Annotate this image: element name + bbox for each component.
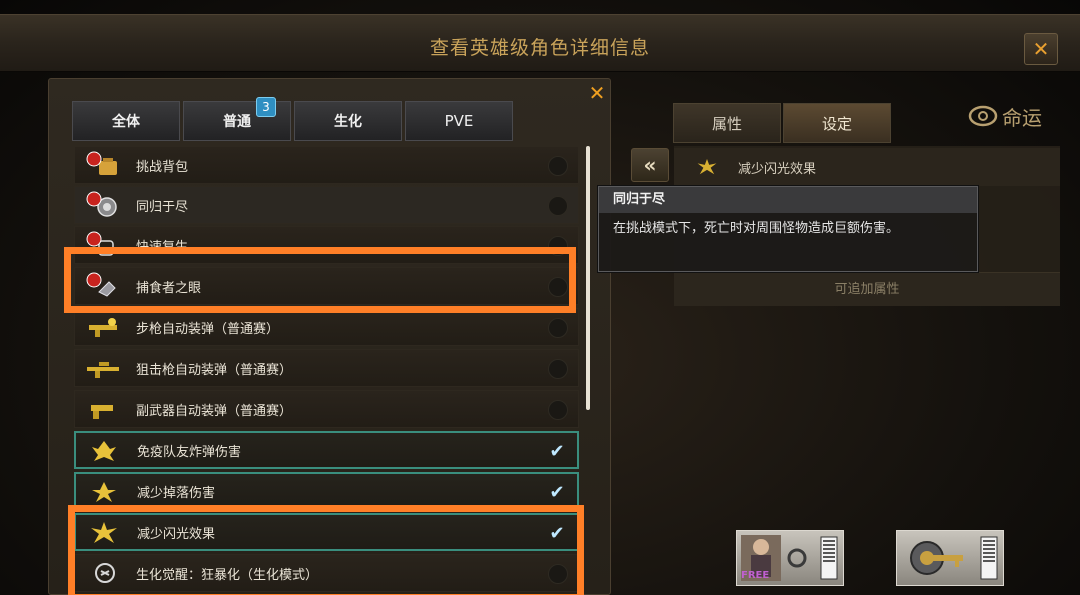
bomb-new-icon <box>86 191 117 217</box>
list-item[interactable]: 同归于尽 <box>74 186 579 224</box>
addable-attributes-label: 可追加属性 <box>674 272 1060 306</box>
tab-label: PVE <box>444 112 474 130</box>
filter-tabs: 全体 普通 3 生化 PVE <box>72 97 513 141</box>
count-badge: 3 <box>256 97 276 117</box>
check-indicator[interactable] <box>548 318 568 338</box>
fate-logo-text: 命运 <box>1002 105 1042 130</box>
list-item-label: 狙击枪自动装弹（普通赛） <box>136 362 293 378</box>
dialog-close-button[interactable]: ✕ <box>586 83 608 103</box>
list-item-label: 步枪自动装弹（普通赛） <box>136 321 280 337</box>
tab-label: 生化 <box>334 114 362 130</box>
attribute-label: 减少闪光效果 <box>738 161 817 177</box>
backpack-new-icon <box>86 151 117 175</box>
list-item[interactable]: 免疫队友炸弹伤害 ✔ <box>74 431 579 469</box>
pistol-icon <box>91 405 113 419</box>
fate-logo: 命运 <box>968 98 1058 134</box>
checkmark-icon[interactable]: ✔ <box>547 442 567 462</box>
list-item-label: 减少掉落伤害 <box>137 485 216 501</box>
key-card-icon <box>910 536 998 580</box>
check-indicator[interactable] <box>548 359 568 379</box>
shield-bolt-icon <box>92 441 116 461</box>
tab-zombie[interactable]: 生化 <box>294 101 402 141</box>
list-scrollbar[interactable] <box>586 146 590 410</box>
tab-normal[interactable]: 普通 3 <box>183 97 291 141</box>
sniper-icon <box>87 362 119 378</box>
highlight-box <box>68 505 584 595</box>
list-item-label: 免疫队友炸弹伤害 <box>137 444 242 460</box>
tab-pve[interactable]: PVE <box>405 101 513 141</box>
tab-label: 全体 <box>112 114 140 130</box>
collapse-button[interactable]: « <box>631 148 669 182</box>
detail-tabs: 属性 设定 <box>673 103 891 143</box>
check-indicator[interactable] <box>548 400 568 420</box>
tab-attributes[interactable]: 属性 <box>673 103 781 143</box>
list-item-label: 挑战背包 <box>136 159 189 175</box>
tooltip: 同归于尽 在挑战模式下，死亡时对周围怪物造成巨额伤害。 <box>598 186 978 272</box>
list-item[interactable]: 挑战背包 <box>74 146 579 184</box>
list-item[interactable]: 副武器自动装弹（普通赛） <box>74 390 579 428</box>
list-item-label: 同归于尽 <box>136 199 189 215</box>
check-indicator[interactable] <box>548 156 568 176</box>
rifle-icon <box>89 318 117 337</box>
highlight-box <box>64 247 576 313</box>
character-card[interactable]: FREE <box>736 530 844 586</box>
list-item-label: 副武器自动装弹（普通赛） <box>136 403 293 419</box>
free-tag: FREE <box>741 570 770 581</box>
flash-bolt-icon <box>697 159 717 175</box>
tooltip-title: 同归于尽 <box>599 187 977 213</box>
window-title: 查看英雄级角色详细信息 <box>429 37 650 59</box>
check-indicator[interactable] <box>548 196 568 216</box>
list-item[interactable]: 狙击枪自动装弹（普通赛） <box>74 349 579 387</box>
fall-bolt-icon <box>92 482 116 502</box>
fate-emblem-icon <box>968 105 998 127</box>
close-button[interactable]: ✕ <box>1024 33 1058 65</box>
checkmark-icon[interactable]: ✔ <box>547 483 567 503</box>
tab-settings[interactable]: 设定 <box>783 103 891 143</box>
tab-all[interactable]: 全体 <box>72 101 180 141</box>
title-bar: 查看英雄级角色详细信息 ✕ <box>0 14 1080 72</box>
list-item[interactable]: 步枪自动装弹（普通赛） <box>74 308 579 346</box>
selected-attribute[interactable]: 减少闪光效果 <box>674 148 1060 186</box>
tooltip-body: 在挑战模式下，死亡时对周围怪物造成巨额伤害。 <box>613 221 900 236</box>
tab-label: 普通 <box>223 114 251 130</box>
key-card[interactable] <box>896 530 1004 586</box>
